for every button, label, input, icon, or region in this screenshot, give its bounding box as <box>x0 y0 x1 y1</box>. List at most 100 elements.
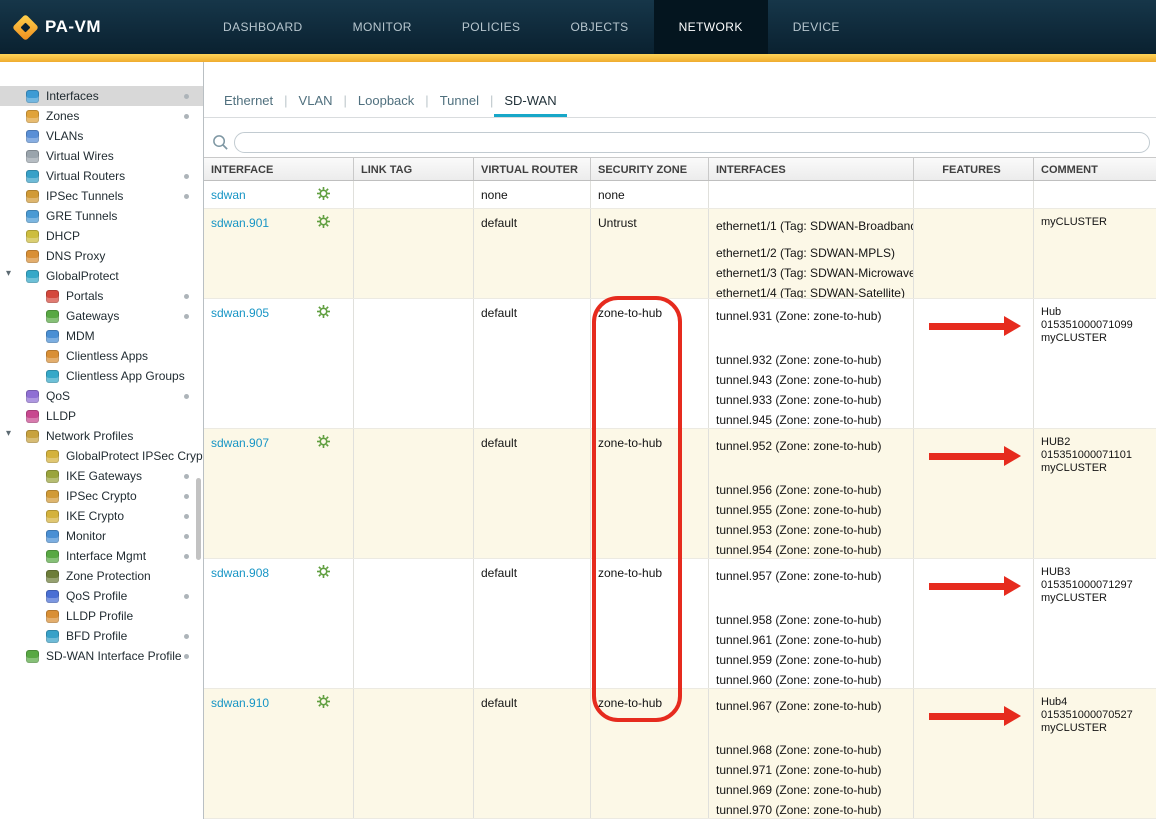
column-header-features[interactable]: FEATURES <box>914 158 1034 180</box>
column-header-interfaces[interactable]: INTERFACES <box>709 158 914 180</box>
security-zone-cell: none <box>591 181 709 208</box>
comment-cell: HUB3015351000071297myCLUSTER <box>1034 559 1155 688</box>
gear-icon[interactable] <box>317 695 330 708</box>
gear-icon[interactable] <box>317 215 330 228</box>
comment-text: HUB3 <box>1041 566 1149 579</box>
table-row[interactable]: sdwan nonenone <box>204 181 1156 209</box>
nav-tab-monitor[interactable]: MONITOR <box>328 0 437 54</box>
gear-icon[interactable] <box>317 305 330 318</box>
sidebar-item-label: MDM <box>66 329 95 343</box>
virtual-wires-icon <box>26 150 39 163</box>
tab-vlan[interactable]: VLAN <box>289 88 343 117</box>
sidebar-item-lldp[interactable]: LLDP <box>0 406 203 426</box>
nav-tab-objects[interactable]: OBJECTS <box>545 0 653 54</box>
sidebar-item-mdm[interactable]: MDM <box>0 326 203 346</box>
interface-link[interactable]: sdwan <box>211 188 246 202</box>
member-interface: tunnel.969 (Zone: zone-to-hub) <box>716 780 907 800</box>
sidebar-item-interface-mgmt[interactable]: Interface Mgmt <box>0 546 203 566</box>
interfaces-cell: tunnel.957 (Zone: zone-to-hub)tunnel.958… <box>709 559 914 688</box>
sidebar-item-label: GlobalProtect <box>46 269 119 283</box>
tab-tunnel[interactable]: Tunnel <box>430 88 489 117</box>
item-dot <box>184 294 189 299</box>
sidebar-item-zones[interactable]: Zones <box>0 106 203 126</box>
table-row[interactable]: sdwan.905 defaultzone-to-hubtunnel.931 (… <box>204 299 1156 429</box>
chevron-down-icon[interactable]: ▾ <box>6 428 11 439</box>
interface-cell: sdwan <box>204 181 354 208</box>
sidebar-item-clientless-apps[interactable]: Clientless Apps <box>0 346 203 366</box>
sidebar-item-lldp-profile[interactable]: LLDP Profile <box>0 606 203 626</box>
comment-text: 015351000071101 <box>1041 449 1149 462</box>
tab-ethernet[interactable]: Ethernet <box>214 88 283 117</box>
interface-link[interactable]: sdwan.907 <box>211 436 269 450</box>
interface-cell: sdwan.907 <box>204 429 354 558</box>
gear-icon[interactable] <box>317 565 330 578</box>
search-input[interactable] <box>234 132 1150 153</box>
sidebar-item-bfd-profile[interactable]: BFD Profile <box>0 626 203 646</box>
sidebar-item-clientless-app-groups[interactable]: Clientless App Groups <box>0 366 203 386</box>
sidebar-item-monitor[interactable]: Monitor <box>0 526 203 546</box>
gear-icon[interactable] <box>317 187 330 200</box>
column-header-security-zone[interactable]: SECURITY ZONE <box>591 158 709 180</box>
nav-tab-policies[interactable]: POLICIES <box>437 0 546 54</box>
sidebar-item-sd-wan-interface-profile[interactable]: SD-WAN Interface Profile <box>0 646 203 666</box>
sidebar-item-vlans[interactable]: VLANs <box>0 126 203 146</box>
sidebar-item-portals[interactable]: Portals <box>0 286 203 306</box>
column-header-virtual-router[interactable]: VIRTUAL ROUTER <box>474 158 591 180</box>
app-title: PA-VM <box>45 17 101 37</box>
sidebar-item-dhcp[interactable]: DHCP <box>0 226 203 246</box>
sidebar-item-label: BFD Profile <box>66 629 127 643</box>
table-header: INTERFACELINK TAGVIRTUAL ROUTERSECURITY … <box>204 157 1156 181</box>
page-body: InterfacesZones VLANs Virtual WiresVirtual… <box>0 62 1156 819</box>
item-dot <box>184 534 189 539</box>
arrow-shaft <box>929 583 1004 590</box>
sidebar-item-qos-profile[interactable]: QoS Profile <box>0 586 203 606</box>
interface-link[interactable]: sdwan.908 <box>211 566 269 580</box>
qos-icon <box>26 390 39 403</box>
sidebar-item-ipsec-crypto[interactable]: IPSec Crypto <box>0 486 203 506</box>
sidebar-item-label: VLANs <box>46 129 83 143</box>
sidebar-item-ike-crypto[interactable]: IKE Crypto <box>0 506 203 526</box>
sidebar-item-globalprotect-ipsec-crypto[interactable]: GlobalProtect IPSec Crypto <box>0 446 203 466</box>
column-header-comment[interactable]: COMMENT <box>1034 158 1155 180</box>
tab-sd-wan[interactable]: SD-WAN <box>494 88 566 117</box>
sidebar-item-virtual-wires[interactable]: Virtual Wires <box>0 146 203 166</box>
portals-icon <box>46 290 59 303</box>
tab-loopback[interactable]: Loopback <box>348 88 424 117</box>
gear-icon[interactable] <box>317 435 330 448</box>
sidebar-item-interfaces[interactable]: Interfaces <box>0 86 203 106</box>
interface-link[interactable]: sdwan.905 <box>211 306 269 320</box>
nav-tab-device[interactable]: DEVICE <box>768 0 865 54</box>
sidebar-item-zone-protection[interactable]: Zone Protection <box>0 566 203 586</box>
table-row[interactable]: sdwan.908 defaultzone-to-hubtunnel.957 (… <box>204 559 1156 689</box>
sidebar-item-gateways[interactable]: Gateways <box>0 306 203 326</box>
sidebar-item-qos[interactable]: QoS <box>0 386 203 406</box>
interface-link[interactable]: sdwan.910 <box>211 696 269 710</box>
sidebar-item-label: IPSec Tunnels <box>46 189 123 203</box>
item-dot <box>184 174 189 179</box>
sidebar-item-ipsec-tunnels[interactable]: IPSec Tunnels <box>0 186 203 206</box>
column-header-link-tag[interactable]: LINK TAG <box>354 158 474 180</box>
clientless-app-groups-icon <box>46 370 59 383</box>
table-row[interactable]: sdwan.907 defaultzone-to-hubtunnel.952 (… <box>204 429 1156 559</box>
nav-tab-dashboard[interactable]: DASHBOARD <box>198 0 328 54</box>
sidebar-item-dns-proxy[interactable]: DNS Proxy <box>0 246 203 266</box>
sidebar-item-virtual-routers[interactable]: Virtual Routers <box>0 166 203 186</box>
interface-link[interactable]: sdwan.901 <box>211 216 269 230</box>
monitor-icon <box>46 530 59 543</box>
sidebar-item-gre-tunnels[interactable]: GRE Tunnels <box>0 206 203 226</box>
interface-cell: sdwan.905 <box>204 299 354 428</box>
sidebar-item-ike-gateways[interactable]: IKE Gateways <box>0 466 203 486</box>
interfaces-cell <box>709 181 914 208</box>
arrow-head <box>1004 446 1021 466</box>
table-row[interactable]: sdwan.910 defaultzone-to-hubtunnel.967 (… <box>204 689 1156 819</box>
chevron-down-icon[interactable]: ▾ <box>6 268 11 279</box>
interface-cell: sdwan.908 <box>204 559 354 688</box>
nav-tab-network[interactable]: NETWORK <box>654 0 768 54</box>
table-row[interactable]: sdwan.901 defaultUntrustethernet1/1 (Tag… <box>204 209 1156 299</box>
sidebar-item-label: Clientless App Groups <box>66 369 185 383</box>
column-header-interface[interactable]: INTERFACE <box>204 158 354 180</box>
sidebar-item-globalprotect[interactable]: ▾ GlobalProtect <box>0 266 203 286</box>
bfd-profile-icon <box>46 630 59 643</box>
security-zone-cell: zone-to-hub <box>591 429 709 558</box>
sidebar-item-network-profiles[interactable]: ▾Network Profiles <box>0 426 203 446</box>
